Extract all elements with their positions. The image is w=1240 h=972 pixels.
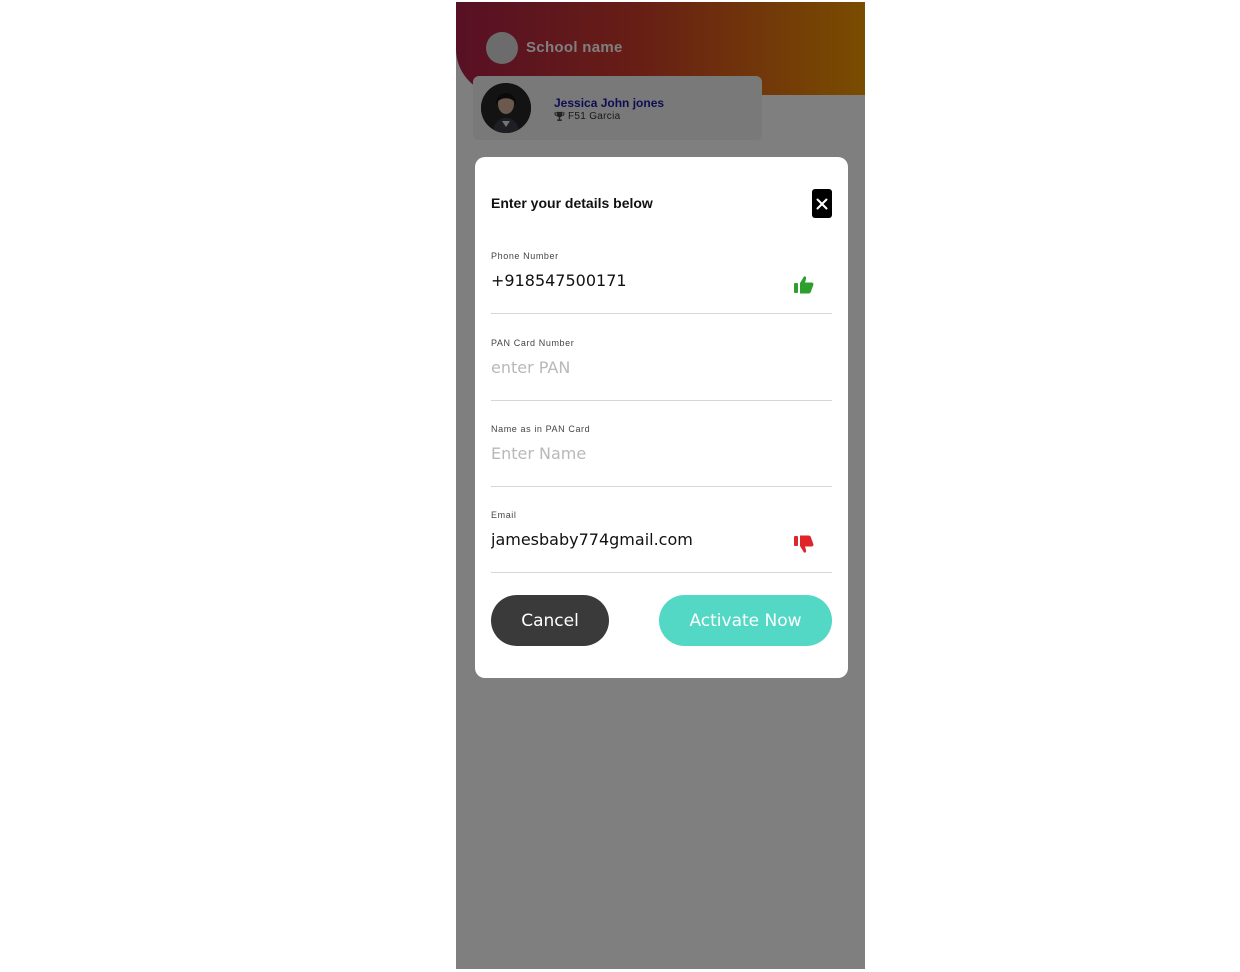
cancel-button[interactable]: Cancel — [491, 595, 609, 646]
email-label: Email — [491, 510, 517, 520]
email-input[interactable] — [491, 524, 781, 554]
app-screen: School name Jessica John jones F51 Garci… — [456, 2, 865, 969]
pan-name-label: Name as in PAN Card — [491, 424, 591, 434]
thumbs-up-icon — [794, 276, 814, 294]
phone-number-field: Phone Number — [491, 251, 832, 314]
pan-name-input[interactable] — [491, 438, 781, 468]
pan-number-input[interactable] — [491, 352, 781, 382]
pan-number-field: PAN Card Number — [491, 338, 832, 401]
pan-name-field: Name as in PAN Card — [491, 424, 832, 487]
details-modal: Enter your details below Phone Number PA… — [475, 157, 848, 678]
thumbs-down-icon — [794, 535, 814, 553]
close-button[interactable] — [812, 189, 832, 218]
modal-title: Enter your details below — [491, 195, 653, 211]
phone-number-label: Phone Number — [491, 251, 559, 261]
phone-number-input[interactable] — [491, 265, 781, 295]
close-icon — [816, 198, 828, 209]
activate-now-button[interactable]: Activate Now — [659, 595, 832, 646]
email-field: Email — [491, 510, 832, 573]
pan-number-label: PAN Card Number — [491, 338, 575, 348]
